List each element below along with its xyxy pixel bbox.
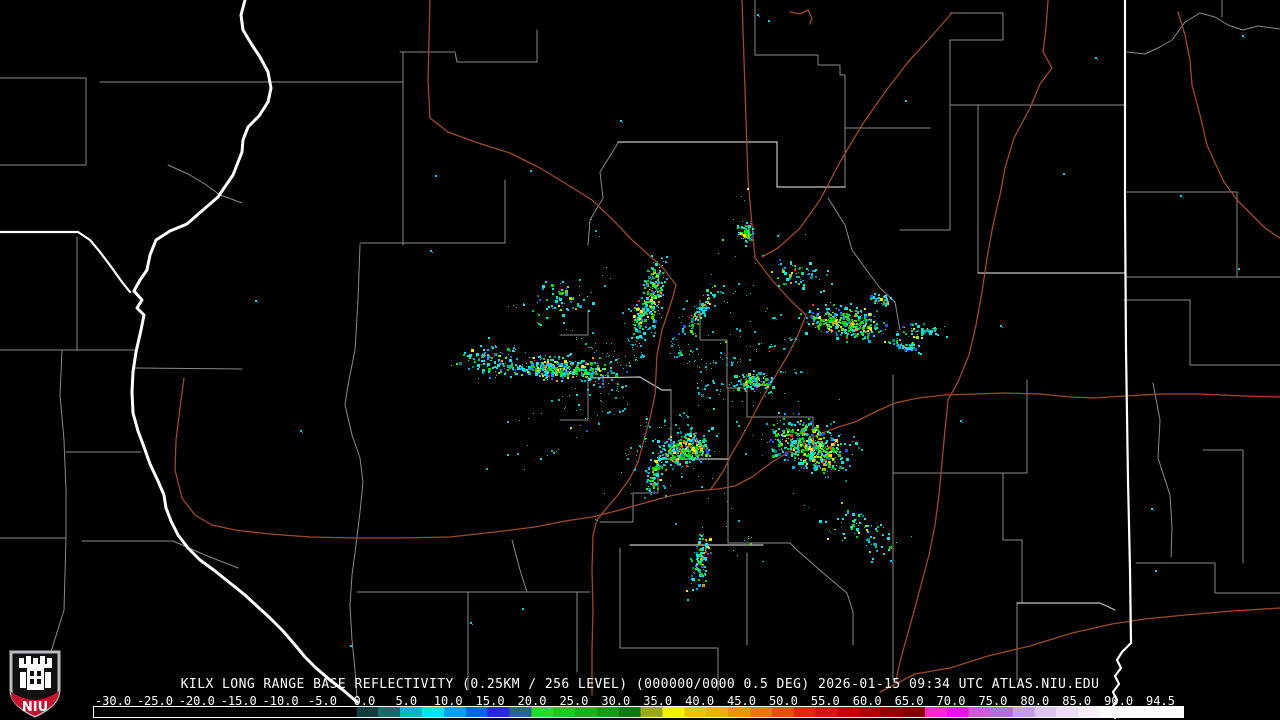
niu-castle-icon bbox=[19, 656, 52, 690]
state-borders-layer bbox=[0, 0, 1133, 720]
product-title: KILX LONG RANGE BASE REFLECTIVITY (0.25K… bbox=[180, 677, 1100, 692]
county-boundaries-bright-layer bbox=[587, 141, 1125, 611]
colorbar-scale-labels: -30.0 -25.0 -20.0 -15.0 -10.0 -5.0 0.0 5.0 10.0 1… bbox=[0, 694, 1280, 708]
county-boundaries-layer bbox=[0, 0, 1280, 699]
radar-map bbox=[0, 0, 1280, 720]
niu-logo: NIU bbox=[9, 650, 61, 718]
radar-screen: KILX LONG RANGE BASE REFLECTIVITY (0.25K… bbox=[0, 0, 1280, 720]
reflectivity-colorbar bbox=[93, 706, 1184, 718]
niu-logo-text: NIU bbox=[22, 700, 48, 715]
